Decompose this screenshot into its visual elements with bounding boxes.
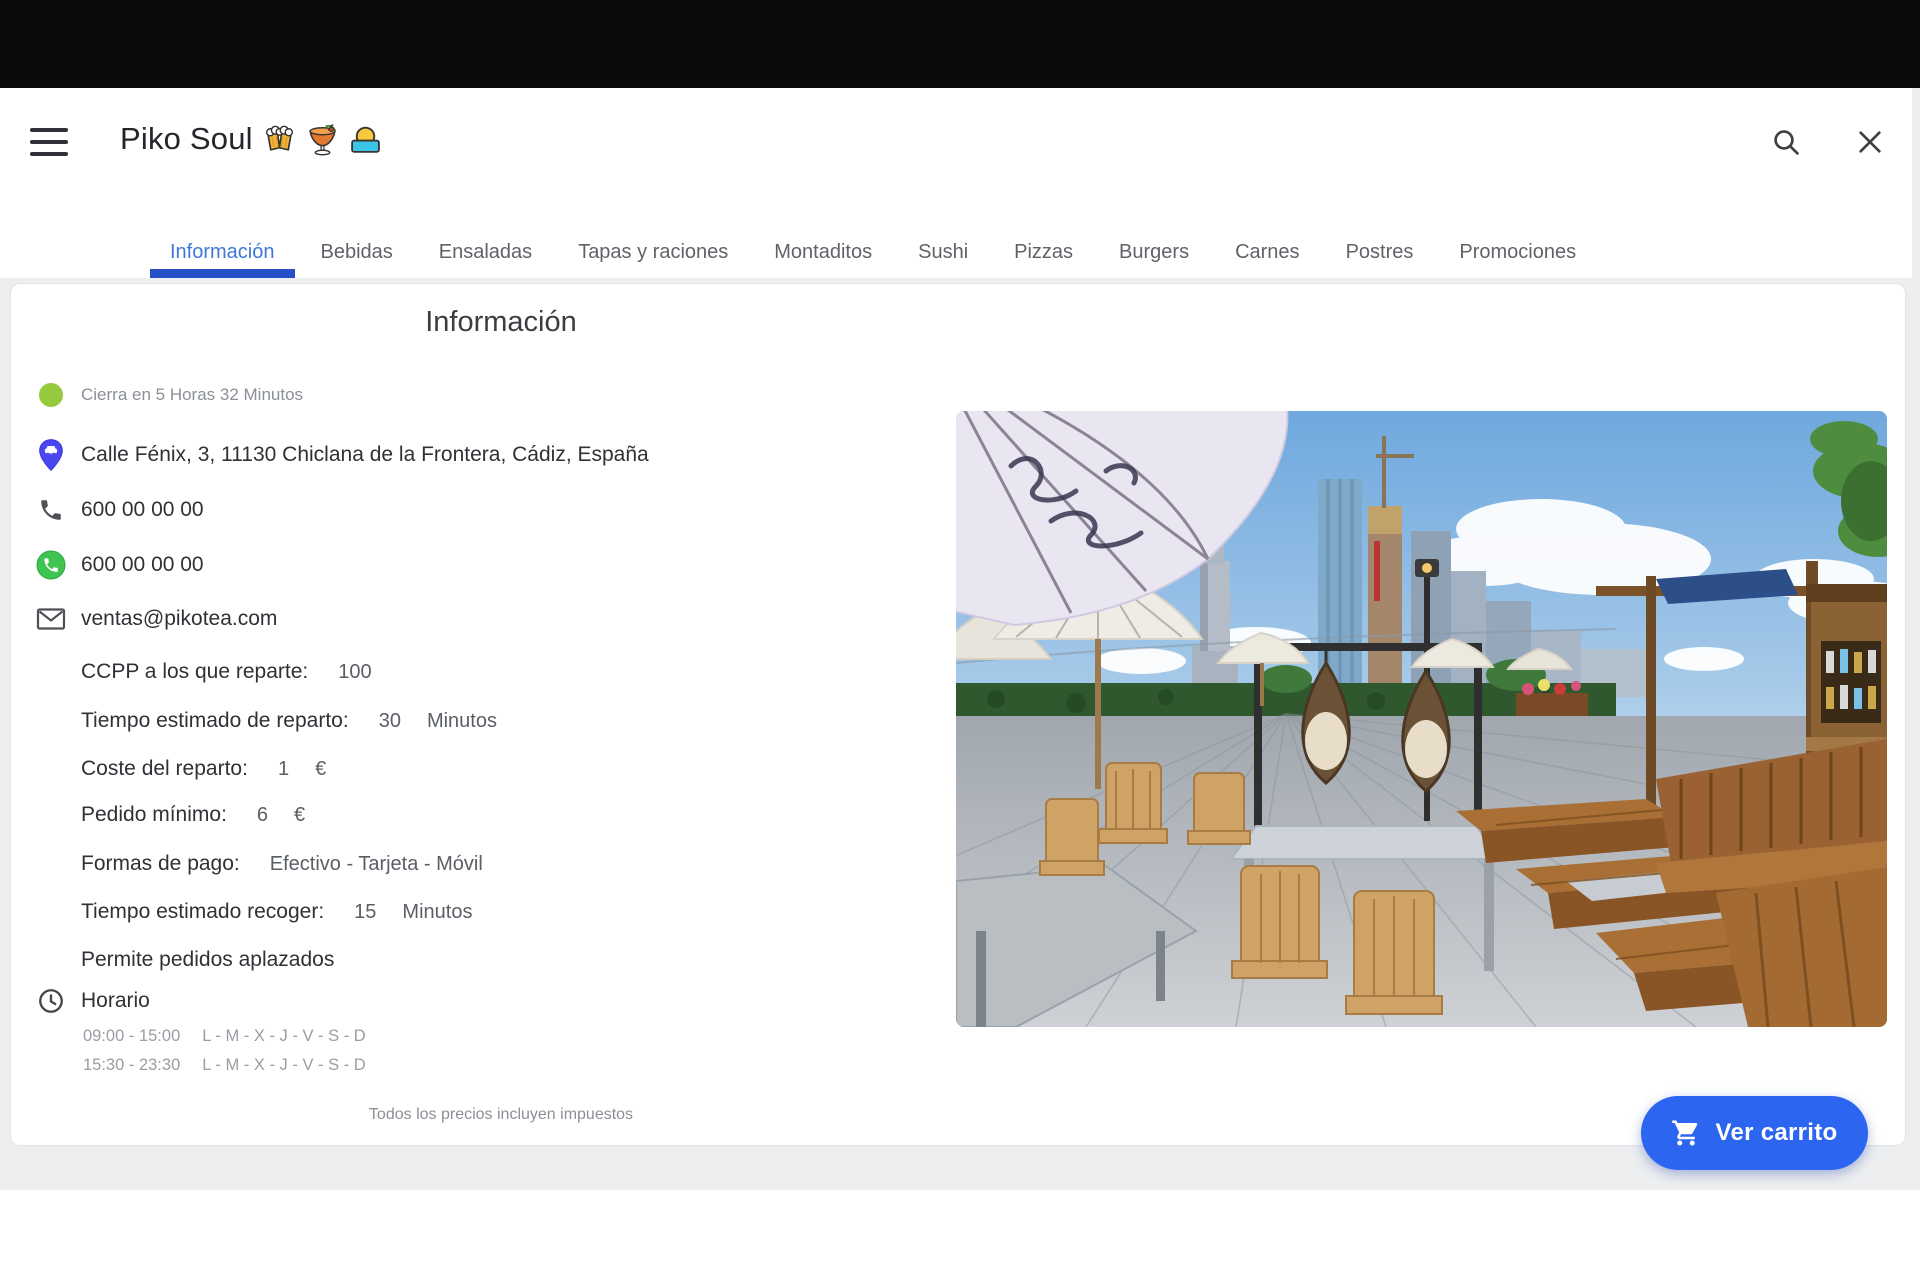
whatsapp-number: 600 00 00 00 <box>81 553 204 577</box>
section-title: Información <box>11 306 991 339</box>
tab-tapas-y-raciones[interactable]: Tapas y raciones <box>558 200 748 278</box>
phone-icon <box>35 497 67 523</box>
sunrise-emoji <box>349 123 382 156</box>
field-row-tiempo-reparto: Tiempo estimado de reparto: 30 Minutos <box>81 703 497 739</box>
view-cart-button[interactable]: Ver carrito <box>1641 1096 1868 1170</box>
field-row-pedido-minimo: Pedido mínimo: 6 € <box>81 797 305 833</box>
page-title: Piko Soul <box>120 121 253 157</box>
clock-icon <box>35 987 67 1015</box>
open-status-text: Cierra en 5 Horas 32 Minutos <box>81 385 303 405</box>
map-pin-icon <box>35 438 67 472</box>
phone-number: 600 00 00 00 <box>81 498 204 522</box>
top-black-bar <box>0 0 1920 88</box>
view-cart-label: Ver carrito <box>1715 1119 1837 1147</box>
window-edge <box>1912 88 1920 278</box>
search-icon <box>1770 126 1802 158</box>
field-row-formas-pago: Formas de pago: Efectivo - Tarjeta - Móv… <box>81 846 483 882</box>
tab-carnes[interactable]: Carnes <box>1215 200 1319 278</box>
tab-postres[interactable]: Postres <box>1326 200 1434 278</box>
email-text: ventas@pikotea.com <box>81 607 277 631</box>
envelope-icon <box>35 607 67 631</box>
clinking-beer-mugs-emoji <box>263 123 296 156</box>
restaurant-photo <box>956 411 1887 1027</box>
tab-ensaladas[interactable]: Ensaladas <box>419 200 552 278</box>
tax-footnote: Todos los precios incluyen impuestos <box>11 1106 991 1124</box>
status-dot-icon <box>35 382 67 408</box>
field-row-coste-reparto: Coste del reparto: 1 € <box>81 751 326 787</box>
info-card: Información Cierra en 5 Horas 32 Minutos <box>10 283 1906 1146</box>
schedule-header-row: Horario <box>35 983 150 1019</box>
field-row-ccpp: CCPP a los que reparte: 100 <box>81 654 372 690</box>
whatsapp-icon <box>35 550 67 580</box>
schedule-title: Horario <box>81 989 150 1013</box>
tab-pizzas[interactable]: Pizzas <box>994 200 1093 278</box>
tab-informacion[interactable]: Información <box>150 200 295 278</box>
email-row[interactable]: ventas@pikotea.com <box>35 601 277 637</box>
page-background: Información Cierra en 5 Horas 32 Minutos <box>0 278 1920 1190</box>
app-title-row: Piko Soul <box>120 116 382 162</box>
field-row-tiempo-recoger: Tiempo estimado recoger: 15 Minutos <box>81 894 472 930</box>
schedule-row: 09:00 - 15:00 L - M - X - J - V - S - D <box>83 1023 366 1049</box>
tab-promociones[interactable]: Promociones <box>1439 200 1596 278</box>
field-row-pedidos-aplazados: Permite pedidos aplazados <box>81 942 334 978</box>
open-status-row: Cierra en 5 Horas 32 Minutos <box>35 377 303 413</box>
app-window: Piko Soul <box>0 88 1920 1190</box>
schedule-row: 15:30 - 23:30 L - M - X - J - V - S - D <box>83 1052 366 1078</box>
tab-montaditos[interactable]: Montaditos <box>754 200 892 278</box>
address-text: Calle Fénix, 3, 11130 Chiclana de la Fro… <box>81 443 649 467</box>
close-button[interactable] <box>1848 120 1892 164</box>
tab-sushi[interactable]: Sushi <box>898 200 988 278</box>
address-row[interactable]: Calle Fénix, 3, 11130 Chiclana de la Fro… <box>35 437 649 473</box>
whatsapp-row[interactable]: 600 00 00 00 <box>35 547 204 583</box>
tab-bebidas[interactable]: Bebidas <box>301 200 413 278</box>
search-button[interactable] <box>1764 120 1808 164</box>
menu-button[interactable] <box>30 128 68 156</box>
shopping-cart-icon <box>1671 1118 1701 1148</box>
close-icon <box>1854 126 1886 158</box>
tab-burgers[interactable]: Burgers <box>1099 200 1209 278</box>
hamburger-icon <box>30 128 68 132</box>
category-tabs: Información Bebidas Ensaladas Tapas y ra… <box>150 200 1596 278</box>
tropical-drink-emoji <box>306 123 339 156</box>
phone-row[interactable]: 600 00 00 00 <box>35 492 204 528</box>
